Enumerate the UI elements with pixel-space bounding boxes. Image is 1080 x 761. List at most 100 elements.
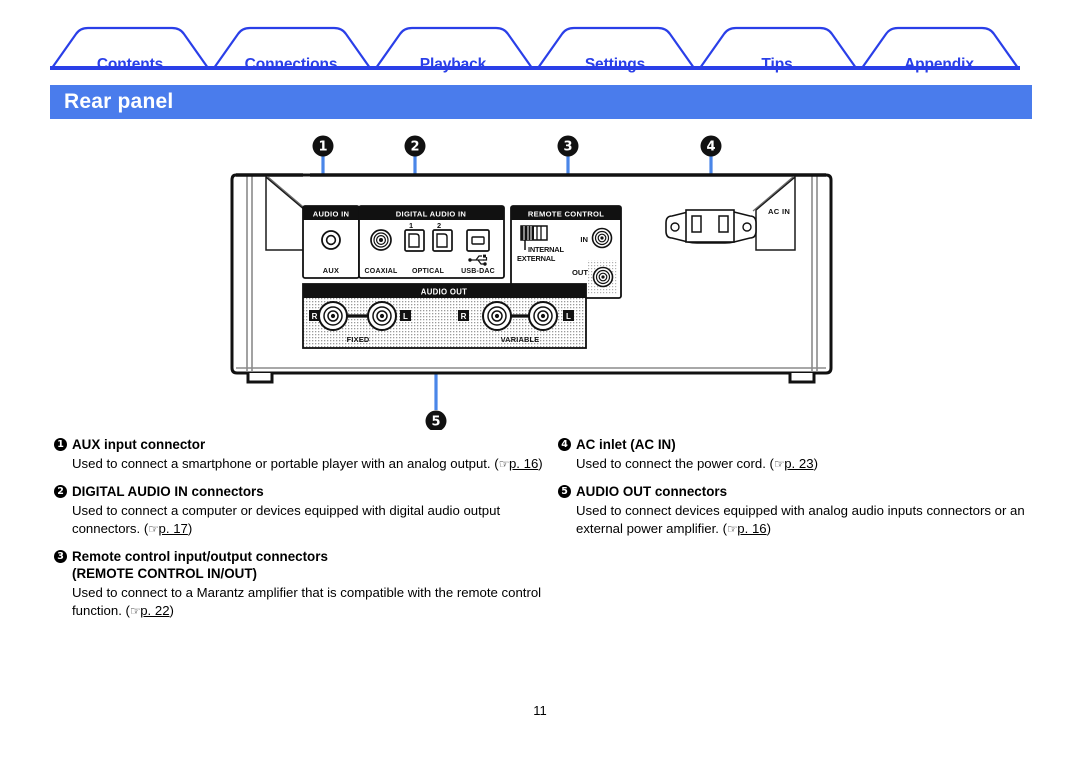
page-title-bar: Rear panel xyxy=(50,85,1032,119)
page-reference-1[interactable]: (☞p. 16) xyxy=(494,456,542,471)
label-remote-in: IN xyxy=(580,235,588,244)
optical-port-2 xyxy=(432,229,453,252)
description-item-3-heading: 3 Remote control input/output connectors… xyxy=(54,548,544,582)
description-badge-4: 4 xyxy=(558,438,571,451)
page-reference-3-label: p. 22 xyxy=(140,603,170,619)
pointing-hand-icon: ☞ xyxy=(727,522,738,537)
label-internal: INTERNAL xyxy=(528,245,564,254)
label-aux: AUX xyxy=(323,266,340,275)
page-reference-4-label: p. 23 xyxy=(784,456,814,471)
rear-panel-figure: AUDIO IN AUX DIGITAL AUDIO IN COAXIAL 1 … xyxy=(0,130,1080,430)
callout-badge-1-label: 1 xyxy=(318,140,327,155)
pointing-hand-icon: ☞ xyxy=(498,457,510,471)
description-title-3: Remote control input/output connectors (… xyxy=(72,548,544,582)
pointing-hand-icon: ☞ xyxy=(129,604,141,619)
chassis-foot-right xyxy=(788,373,816,384)
label-digital-audio-in: DIGITAL AUDIO IN xyxy=(396,210,466,219)
description-item-2: 2 DIGITAL AUDIO IN connectors Used to co… xyxy=(54,483,544,539)
ac-pin-right xyxy=(718,215,729,233)
description-badge-5: 5 xyxy=(558,484,571,498)
fixed-jack-r xyxy=(318,301,348,331)
connector-block-audio-in: AUDIO IN AUX xyxy=(302,205,360,279)
label-variable: VARIABLE xyxy=(501,335,540,344)
tab-baseline xyxy=(50,66,1020,70)
page-reference-2[interactable]: (☞p. 17) xyxy=(144,521,192,536)
ac-pin-left xyxy=(691,215,702,233)
description-item-1: 1 AUX input connector Used to connect a … xyxy=(54,436,544,474)
label-fixed-r: R xyxy=(312,312,318,321)
label-variable-r: R xyxy=(461,312,467,321)
aux-jack-inner xyxy=(325,234,337,246)
description-item-1-heading: 1 AUX input connector xyxy=(54,436,544,453)
ac-screw-left xyxy=(670,222,680,232)
chassis-foot-left xyxy=(246,373,274,384)
label-variable-l: L xyxy=(566,312,571,321)
coaxial-jack xyxy=(370,229,392,251)
description-title-1: AUX input connector xyxy=(72,437,206,452)
description-column-left: 1 AUX input connector Used to connect a … xyxy=(54,436,544,630)
description-body-2: Used to connect a computer or devices eq… xyxy=(54,502,544,539)
tab-contents[interactable]: Contents xyxy=(97,56,163,74)
connector-block-audio-out: AUDIO OUT R L FIXED R L VARIABLE xyxy=(302,283,587,349)
description-body-1: Used to connect a smartphone or portable… xyxy=(54,455,544,474)
description-badge-3: 3 xyxy=(54,549,67,563)
tab-tips[interactable]: Tips xyxy=(761,56,792,74)
connector-block-digital-audio-in: DIGITAL AUDIO IN COAXIAL 1 2 OPTICAL USB… xyxy=(358,205,505,279)
description-badge-2: 2 xyxy=(54,484,67,498)
variable-jack-r xyxy=(482,301,512,331)
tab-settings[interactable]: Settings xyxy=(585,56,645,74)
description-title-2: DIGITAL AUDIO IN connectors xyxy=(72,483,264,499)
callout-badge-4-label: 4 xyxy=(706,140,715,155)
page-reference-3[interactable]: (☞p. 22) xyxy=(126,603,174,618)
page-title: Rear panel xyxy=(64,90,174,113)
description-item-4-heading: 4 AC inlet (AC IN) xyxy=(558,436,1048,453)
description-item-2-heading: 2 DIGITAL AUDIO IN connectors xyxy=(54,483,544,500)
page-reference-5-label: p. 16 xyxy=(737,521,767,537)
description-body-3: Used to connect to a Marantz amplifier t… xyxy=(54,584,544,621)
callout-badge-2-label: 2 xyxy=(410,140,419,155)
description-item-4: 4 AC inlet (AC IN) Used to connect the p… xyxy=(558,436,1048,474)
usb-dac-port xyxy=(466,229,490,252)
label-fixed-l: L xyxy=(403,312,408,321)
fixed-jack-l xyxy=(367,301,397,331)
tab-bar: Contents Connections Playback Settings T… xyxy=(0,22,1080,73)
page-reference-2-label: p. 17 xyxy=(158,521,188,537)
description-title-4: AC inlet (AC IN) xyxy=(576,437,676,452)
description-title-3-line2: (REMOTE CONTROL IN/OUT) xyxy=(72,565,257,581)
label-external: EXTERNAL xyxy=(517,254,556,263)
page-reference-4[interactable]: (☞p. 23) xyxy=(770,456,818,471)
page-number: 11 xyxy=(533,703,547,718)
variable-jack-l xyxy=(528,301,558,331)
remote-out-jack xyxy=(592,266,614,288)
tab-playback[interactable]: Playback xyxy=(420,56,487,74)
label-remote-control: REMOTE CONTROL xyxy=(528,210,604,219)
tab-appendix[interactable]: Appendix xyxy=(904,56,974,74)
rear-panel-illustration: AUDIO IN AUX DIGITAL AUDIO IN COAXIAL 1 … xyxy=(230,135,833,430)
label-audio-out: AUDIO OUT xyxy=(421,288,467,297)
tab-connections[interactable]: Connections xyxy=(245,56,338,74)
description-title-5: AUDIO OUT connectors xyxy=(576,483,728,499)
page-reference-1-label: p. 16 xyxy=(508,456,539,471)
description-text-5: Used to connect devices equipped with an… xyxy=(576,502,1025,537)
callout-badge-3-label: 3 xyxy=(563,140,572,155)
label-fixed: FIXED xyxy=(347,335,370,344)
description-title-3-line1: Remote control input/output connectors xyxy=(72,548,328,564)
pointing-hand-icon: ☞ xyxy=(148,522,159,537)
optical-port-1 xyxy=(404,229,425,252)
page-reference-5[interactable]: (☞p. 16) xyxy=(723,521,771,536)
ac-screw-right xyxy=(742,222,752,232)
description-item-5: 5 AUDIO OUT connectors Used to connect d… xyxy=(558,483,1048,539)
label-optical-2: 2 xyxy=(437,221,441,230)
label-audio-in: AUDIO IN xyxy=(313,210,350,219)
label-remote-out: OUT xyxy=(572,268,588,277)
description-item-3: 3 Remote control input/output connectors… xyxy=(54,548,544,621)
callout-badge-5-label: 5 xyxy=(431,415,440,430)
remote-in-jack xyxy=(591,227,613,249)
label-optical: OPTICAL xyxy=(412,268,445,275)
description-text-2: Used to connect a computer or devices eq… xyxy=(72,502,501,537)
description-text-1: Used to connect a smartphone or portable… xyxy=(72,456,491,471)
description-text-4: Used to connect the power cord. xyxy=(576,456,766,471)
label-usb-dac: USB-DAC xyxy=(461,268,495,275)
label-coaxial: COAXIAL xyxy=(365,268,398,275)
description-badge-1: 1 xyxy=(54,438,67,451)
